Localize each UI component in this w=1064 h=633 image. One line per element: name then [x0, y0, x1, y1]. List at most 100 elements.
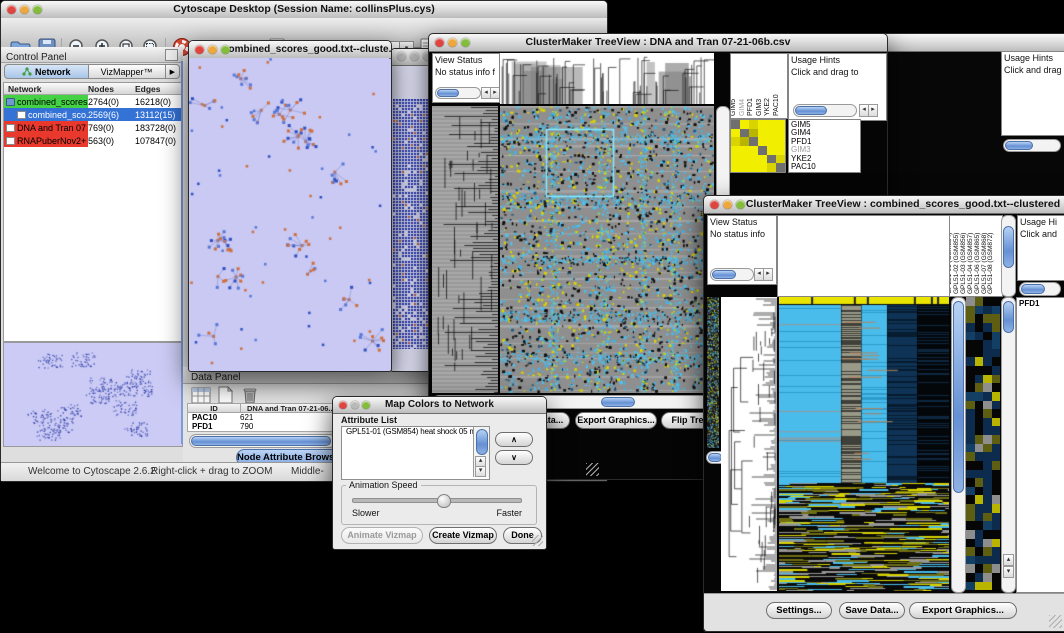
heatmap-cell: [767, 146, 776, 155]
labels-vscrollbar[interactable]: [1001, 215, 1016, 297]
heatmap-cell: [758, 163, 767, 172]
zoom-button[interactable]: [362, 401, 370, 409]
heatmap-cell: [966, 478, 975, 487]
heatmap-cell: [983, 426, 992, 435]
move-up-button[interactable]: ∧: [495, 432, 533, 447]
row-labels-panel[interactable]: GIM5GIM4PFD1GIM3YKE2PAC10: [788, 119, 861, 173]
heatmap-vscrollbar[interactable]: [951, 297, 966, 593]
heatmap-cell: [992, 323, 1001, 332]
heatmap-cell: [992, 383, 1001, 392]
scroll-right-arrow[interactable]: ▸: [490, 87, 500, 99]
export-graphics-button[interactable]: Export Graphics...: [575, 412, 657, 429]
scroll-right-arrow[interactable]: ▸: [868, 104, 878, 117]
minimize-button[interactable]: [448, 38, 457, 47]
move-down-button[interactable]: ∨: [495, 450, 533, 465]
close-button[interactable]: [339, 401, 347, 409]
heatmap-cell: [966, 564, 975, 573]
tab-overflow-arrow[interactable]: ▶: [166, 64, 180, 79]
heatmap-cell: [758, 137, 767, 146]
speed-slider-track[interactable]: [352, 498, 522, 503]
network-overview[interactable]: [3, 342, 183, 447]
settings-button[interactable]: Settings...: [766, 602, 832, 619]
tab-network[interactable]: Network: [4, 64, 89, 79]
scroll-right-arrow[interactable]: ▸: [763, 268, 773, 281]
column-dendrogram[interactable]: [500, 53, 714, 104]
global-overview-strip[interactable]: [707, 297, 719, 448]
main-heatmap[interactable]: [779, 297, 949, 591]
gene-labels-panel[interactable]: PFD1YRA1RNR4MSL1SPC98CLN1NIS1BUD4ELG1MAK…: [1016, 297, 1064, 593]
network-table-header[interactable]: Network Nodes Edges: [4, 83, 181, 95]
scroll-down-arrow[interactable]: ▾: [1003, 566, 1014, 578]
minimize-button[interactable]: [410, 52, 419, 61]
resize-grip[interactable]: [532, 535, 543, 546]
minimize-button[interactable]: [351, 401, 359, 409]
usage-scrollbar[interactable]: [1003, 139, 1061, 152]
scroll-down-arrow[interactable]: ▾: [475, 466, 486, 477]
tab-vizmapper[interactable]: VizMapper™: [89, 64, 166, 79]
zoom-button[interactable]: [221, 45, 230, 54]
main-heatmap[interactable]: [500, 106, 714, 393]
close-button[interactable]: [7, 5, 16, 14]
map-colors-dialog: Map Colors to Network Attribute List GPL…: [332, 396, 547, 550]
speed-slider-thumb[interactable]: [437, 494, 451, 508]
data-panel-hscrollbar[interactable]: [189, 434, 337, 448]
heatmap-cell: [966, 297, 975, 306]
heatmap-cell: [758, 120, 767, 129]
float-panel-icon[interactable]: [165, 49, 178, 61]
export-graphics-button[interactable]: Export Graphics...: [909, 602, 1017, 619]
zoom-button[interactable]: [461, 38, 470, 47]
minimize-button[interactable]: [208, 45, 217, 54]
heatmap-cell: [740, 155, 749, 164]
row-dendrogram[interactable]: [721, 297, 777, 591]
create-vizmap-button[interactable]: Create Vizmap: [429, 527, 497, 544]
resize-grip[interactable]: [1049, 615, 1062, 628]
close-button[interactable]: [435, 38, 444, 47]
network-canvas[interactable]: [189, 58, 389, 369]
attribute-listbox[interactable]: GPL51-01 (GSM854) heat shock 05 minGPL51…: [341, 426, 490, 480]
view-status-scrollbar[interactable]: [435, 87, 481, 99]
save-data-button[interactable]: Save Data...: [839, 602, 905, 619]
view-status-panel: View Status No status info f ◂ ▸: [432, 53, 500, 103]
heatmap-cell: [731, 155, 740, 164]
column-labels-panel[interactable]: GPL51-01 (GSM854)GPL51-02 (GSM855)GPL51-…: [949, 215, 1003, 297]
heatmap-cell: [975, 340, 984, 349]
zoom-heatmap[interactable]: [966, 297, 1000, 591]
gene-label[interactable]: PFD1: [1019, 299, 1064, 308]
animate-vizmap-button[interactable]: Animate Vizmap: [341, 527, 423, 544]
usage-scrollbar[interactable]: [1019, 282, 1061, 296]
row-dendrogram[interactable]: [432, 106, 498, 393]
zoom-heatmap-panel[interactable]: [730, 119, 786, 173]
heatmap-cell: [975, 426, 984, 435]
zoom-button[interactable]: [736, 200, 745, 209]
attribute-list-item[interactable]: GPL51-01 (GSM854) heat shock 05 min: [344, 427, 489, 436]
treeview1-title-bar[interactable]: ClusterMaker TreeView : DNA and Tran 07-…: [429, 34, 887, 52]
view-status-scrollbar[interactable]: [710, 268, 754, 281]
network-list-row[interactable]: DNA and Tran 07769(0)183728(0): [4, 121, 181, 134]
scroll-up-arrow[interactable]: ▴: [1003, 554, 1014, 566]
main-title-bar[interactable]: Cytoscape Desktop (Session Name: collins…: [1, 1, 607, 19]
column-dendrogram-area[interactable]: [777, 215, 951, 297]
treeview2-title-bar[interactable]: ClusterMaker TreeView : combined_scores_…: [704, 196, 1064, 214]
resize-grip[interactable]: [586, 463, 599, 476]
heatmap-cell: [975, 556, 984, 565]
minimize-button[interactable]: [723, 200, 732, 209]
zoom-button[interactable]: [33, 5, 42, 14]
usage-hints-text: Click and drag to: [789, 66, 886, 78]
heatmap-cell: [992, 332, 1001, 341]
heatmap-cell: [776, 120, 785, 129]
heatmap-cell: [992, 340, 1001, 349]
heatmap-cell: [983, 332, 992, 341]
gene-labels-vscrollbar[interactable]: ▴ ▾: [1001, 297, 1016, 593]
close-button[interactable]: [195, 45, 204, 54]
network-list-row[interactable]: combined_sco...2569(6)13112(15): [4, 108, 181, 121]
dense-network-grid[interactable]: [393, 99, 429, 349]
close-button[interactable]: [710, 200, 719, 209]
minimize-button[interactable]: [20, 5, 29, 14]
network-list-row[interactable]: combined_scores2764(0)16218(0): [4, 95, 181, 108]
heatmap-cell: [966, 470, 975, 479]
network-list-row[interactable]: RNAPuberNov2+563(0)107847(0): [4, 134, 181, 147]
column-labels-panel[interactable]: GIM5GIM4PFD1GIM3YKE2PAC10: [730, 53, 788, 119]
listbox-scrollbar[interactable]: ▴ ▾: [473, 427, 489, 477]
usage-scrollbar[interactable]: [793, 104, 857, 117]
close-button[interactable]: [397, 52, 406, 61]
